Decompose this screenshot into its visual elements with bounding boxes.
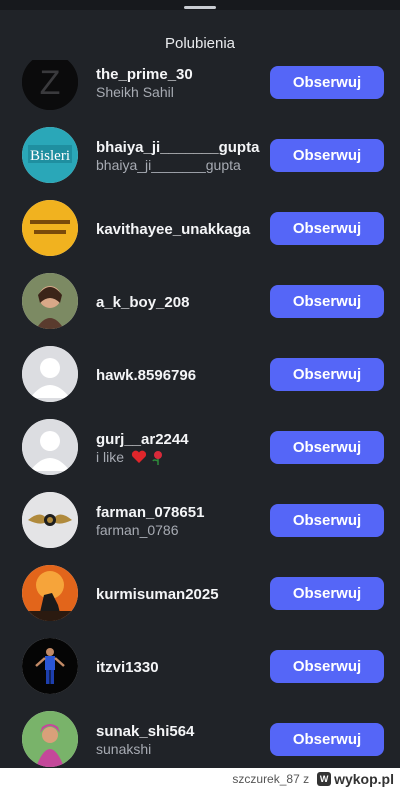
username[interactable]: bhaiya_ji_______gupta bbox=[96, 139, 259, 156]
avatar[interactable] bbox=[22, 565, 78, 621]
default-avatar[interactable] bbox=[22, 419, 78, 475]
likes-sheet: Z the_prime_30 Sheikh Sahil Obserwuj Bis… bbox=[0, 0, 400, 768]
drag-handle[interactable] bbox=[184, 6, 216, 9]
avatar[interactable] bbox=[22, 200, 78, 256]
brand-logo[interactable]: W wykop.pl bbox=[317, 771, 394, 787]
list-item[interactable]: kurmisuman2025 Obserwuj bbox=[0, 557, 400, 630]
avatar[interactable]: Bisleri bbox=[22, 127, 78, 183]
follow-button[interactable]: Obserwuj bbox=[270, 650, 384, 683]
display-name: bhaiya_ji_______gupta bbox=[96, 157, 241, 173]
follow-button[interactable]: Obserwuj bbox=[270, 358, 384, 391]
wykop-icon: W bbox=[317, 772, 332, 786]
follow-button[interactable]: Obserwuj bbox=[270, 285, 384, 318]
username[interactable]: farman_078651 bbox=[96, 504, 204, 521]
follow-button[interactable]: Obserwuj bbox=[270, 139, 384, 172]
username[interactable]: the_prime_30 bbox=[96, 66, 193, 83]
username[interactable]: gurj__ar2244 bbox=[96, 431, 189, 448]
svg-text:Z: Z bbox=[40, 64, 61, 102]
page-title: Polubienia bbox=[164, 35, 236, 52]
username[interactable]: sunak_shi564 bbox=[96, 723, 194, 740]
follow-button[interactable]: Obserwuj bbox=[270, 723, 384, 756]
avatar[interactable] bbox=[22, 273, 78, 329]
list-item[interactable]: Bisleri bhaiya_ji_______gupta bhaiya_ji_… bbox=[0, 119, 400, 192]
avatar[interactable] bbox=[22, 711, 78, 767]
sheet-header: Polubienia bbox=[0, 0, 400, 60]
display-name: sunakshi bbox=[96, 741, 152, 757]
username[interactable]: a_k_boy_208 bbox=[96, 294, 189, 311]
svg-text:Bisleri: Bisleri bbox=[30, 148, 70, 164]
list-item[interactable]: hawk.8596796 Obserwuj bbox=[0, 338, 400, 411]
list-item[interactable]: a_k_boy_208 Obserwuj bbox=[0, 265, 400, 338]
username[interactable]: hawk.8596796 bbox=[96, 367, 196, 384]
credit-text: szczurek_87 z bbox=[232, 772, 310, 786]
list-item[interactable]: kavithayee_unakkaga Obserwuj bbox=[0, 192, 400, 265]
bio: i like bbox=[96, 449, 165, 465]
username[interactable]: kavithayee_unakkaga bbox=[96, 221, 250, 238]
avatar[interactable] bbox=[22, 492, 78, 548]
rose-icon bbox=[152, 451, 162, 465]
username[interactable]: itzvi1330 bbox=[96, 659, 159, 676]
likes-list: Z the_prime_30 Sheikh Sahil Obserwuj Bis… bbox=[0, 0, 400, 768]
list-item[interactable]: farman_078651 farman_0786 Obserwuj bbox=[0, 484, 400, 557]
avatar[interactable] bbox=[22, 638, 78, 694]
list-item[interactable]: itzvi1330 Obserwuj bbox=[0, 630, 400, 703]
follow-button[interactable]: Obserwuj bbox=[270, 577, 384, 610]
username[interactable]: kurmisuman2025 bbox=[96, 586, 219, 603]
brand-text: wykop.pl bbox=[334, 771, 394, 787]
follow-button[interactable]: Obserwuj bbox=[270, 431, 384, 464]
follow-button[interactable]: Obserwuj bbox=[270, 504, 384, 537]
follow-button[interactable]: Obserwuj bbox=[270, 212, 384, 245]
display-name: farman_0786 bbox=[96, 522, 179, 538]
list-item[interactable]: sunak_shi564 sunakshi Obserwuj bbox=[0, 703, 400, 768]
heart-icon bbox=[131, 450, 146, 463]
display-name: Sheikh Sahil bbox=[96, 84, 174, 100]
list-item[interactable]: gurj__ar2244 i like Obserwuj bbox=[0, 411, 400, 484]
follow-button[interactable]: Obserwuj bbox=[270, 66, 384, 99]
watermark-bar: szczurek_87 z W wykop.pl bbox=[0, 768, 400, 790]
avatar[interactable]: Z bbox=[22, 54, 78, 110]
bio-text: i like bbox=[96, 449, 125, 465]
default-avatar[interactable] bbox=[22, 346, 78, 402]
